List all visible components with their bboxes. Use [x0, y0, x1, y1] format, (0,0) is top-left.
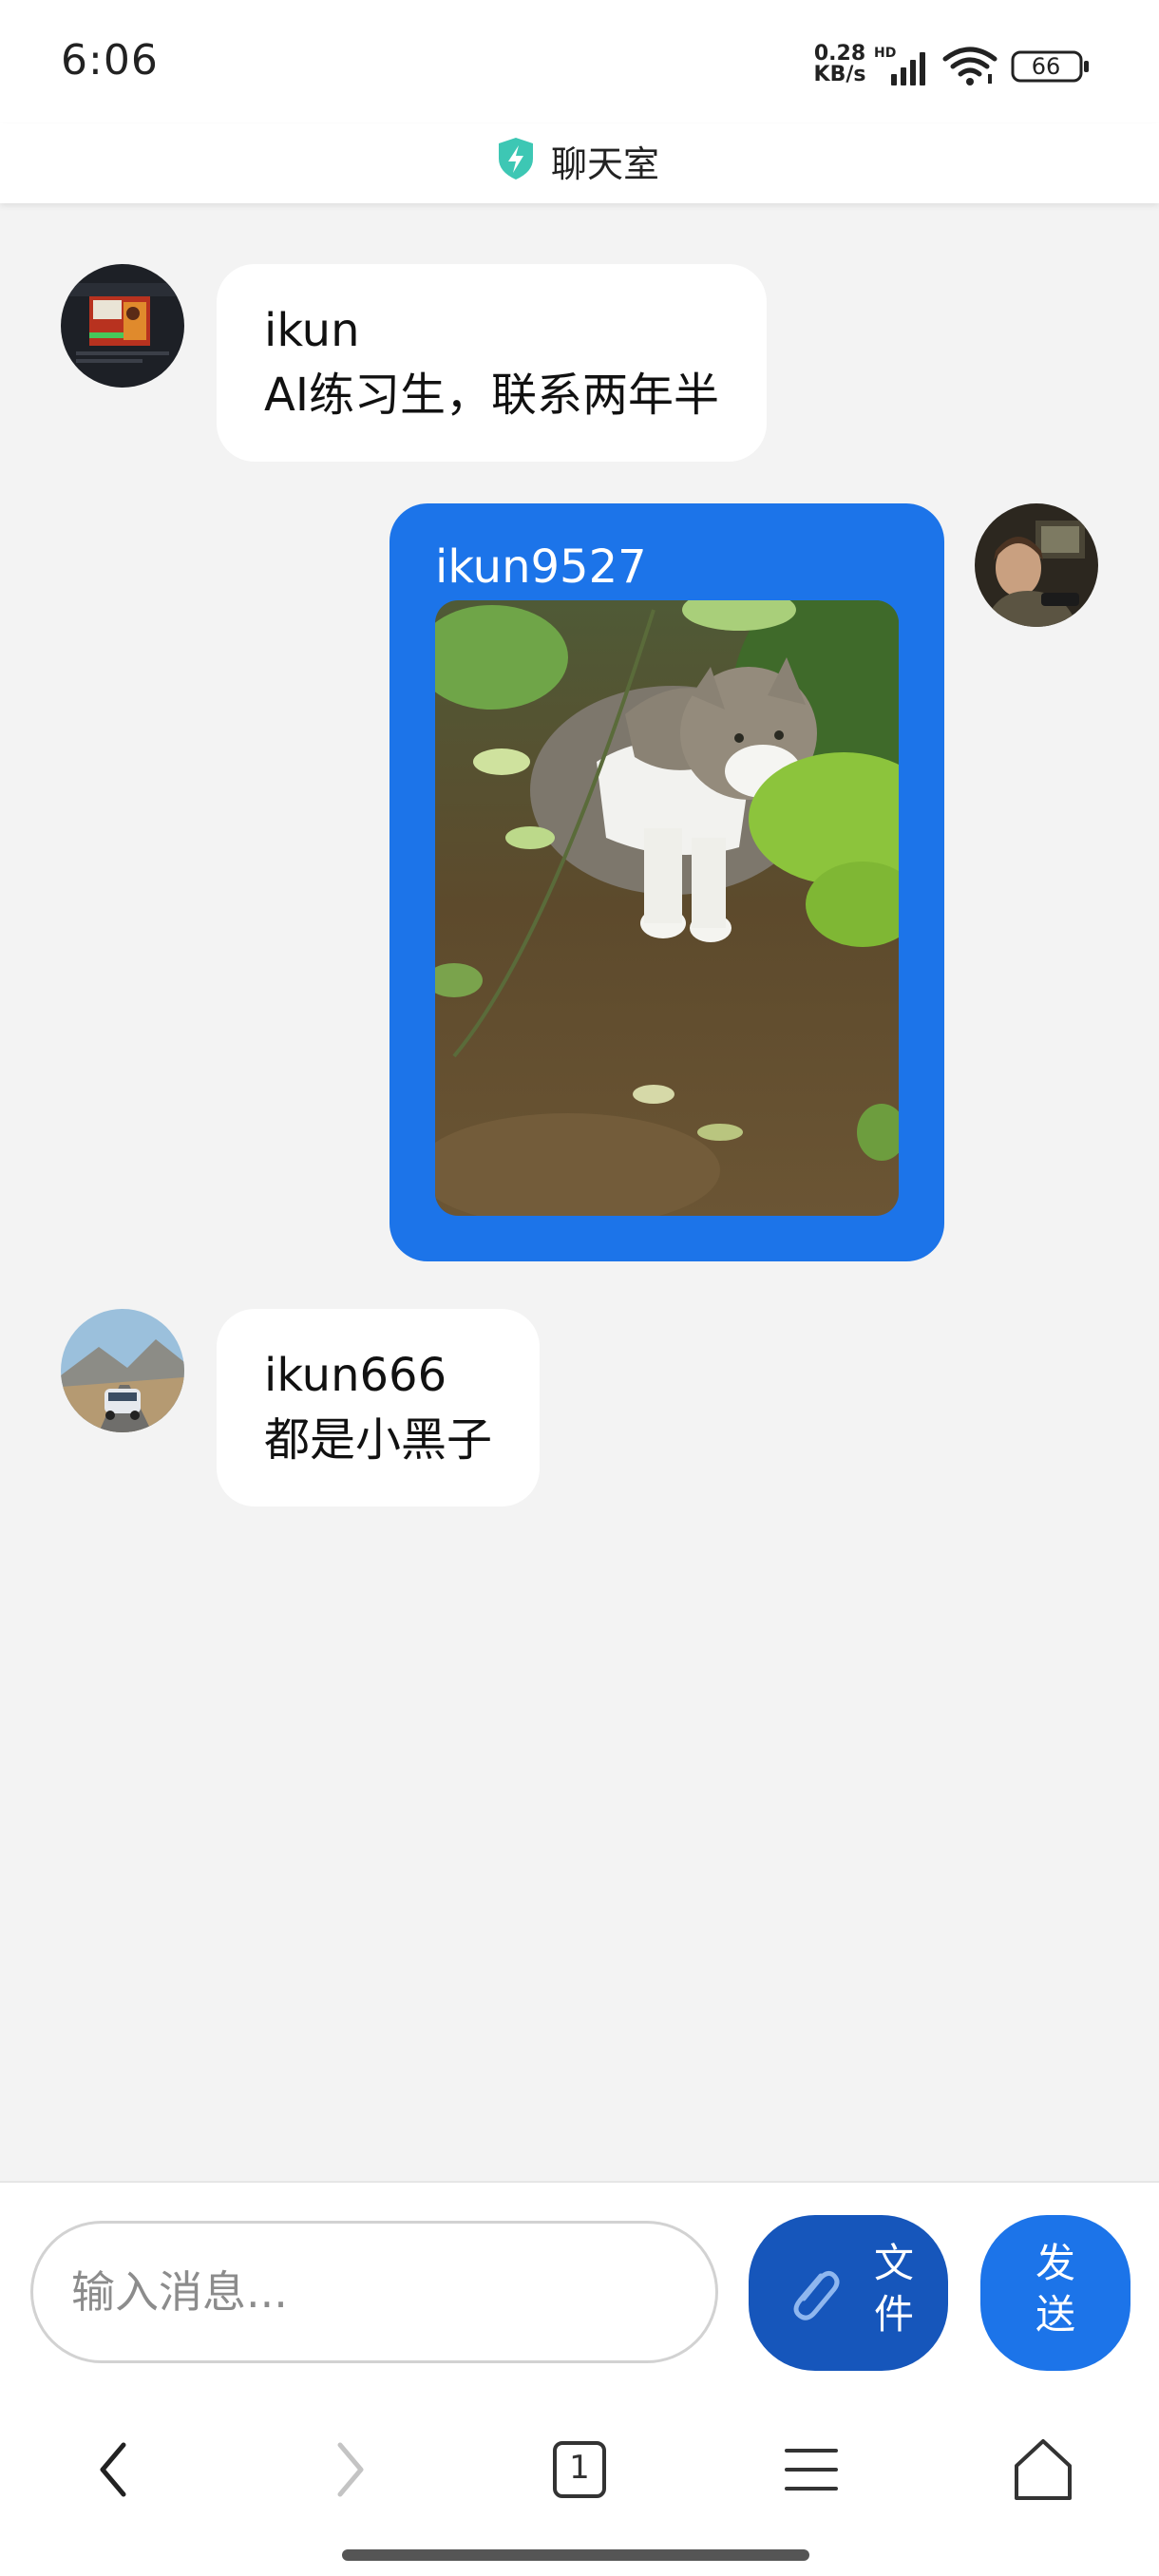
- message-composer: 文件 发送: [0, 2181, 1159, 2399]
- message-text: AI练习生，联系两年半: [264, 369, 719, 422]
- wifi-icon: [942, 47, 998, 85]
- browser-nav-bar: 1: [0, 2397, 1159, 2576]
- game-cover-avatar-image: [61, 264, 184, 388]
- cat-photo-image: [435, 600, 899, 1216]
- cat-photo[interactable]: [435, 600, 899, 1216]
- avatar[interactable]: [61, 264, 184, 388]
- home-indicator[interactable]: [342, 2549, 809, 2561]
- status-bar: 6:06 0.28 KB/s HD 66: [0, 0, 1159, 123]
- send-button[interactable]: 发送: [980, 2215, 1130, 2371]
- car-road-avatar-image: [61, 1309, 184, 1432]
- back-arrow-icon: [100, 2442, 126, 2497]
- message-text: 都是小黑子: [264, 1413, 493, 1467]
- send-button-label: 发送: [1035, 2241, 1075, 2337]
- battery-level: 66: [1031, 53, 1061, 80]
- message-bubble[interactable]: ikun666 都是小黑子: [217, 1309, 541, 1506]
- sender-name: ikun9527: [435, 540, 647, 594]
- avatar[interactable]: [975, 503, 1098, 627]
- sender-name: ikun: [264, 304, 360, 357]
- shield-lightning-icon: [499, 138, 533, 180]
- person-avatar-image: [975, 503, 1098, 627]
- menu-icon: [785, 2449, 838, 2491]
- back-button[interactable]: [66, 2422, 162, 2517]
- forward-arrow-icon: [337, 2442, 364, 2497]
- forward-button[interactable]: [302, 2422, 397, 2517]
- file-button-label: 文件: [873, 2241, 914, 2337]
- status-time: 6:06: [61, 36, 159, 85]
- home-button[interactable]: [996, 2422, 1091, 2517]
- tab-count: 1: [569, 2449, 590, 2487]
- sent-message-bubble[interactable]: ikun9527: [390, 503, 944, 1261]
- message-input[interactable]: [30, 2221, 718, 2363]
- avatar[interactable]: [61, 1309, 184, 1432]
- network-speed-unit: KB/s: [813, 63, 866, 86]
- file-button[interactable]: 文件: [749, 2215, 948, 2371]
- signal-bars-icon: [891, 52, 925, 85]
- title-bar: 聊天室: [0, 123, 1159, 203]
- message-bubble[interactable]: ikun AI练习生，联系两年半: [217, 264, 767, 462]
- page-title: 聊天室: [551, 143, 660, 185]
- network-speed: 0.28 KB/s: [809, 44, 870, 85]
- sender-name: ikun666: [264, 1349, 447, 1402]
- tabs-button[interactable]: 1: [532, 2422, 627, 2517]
- menu-button[interactable]: [764, 2422, 859, 2517]
- paperclip-icon: [793, 2270, 840, 2320]
- home-icon: [1015, 2439, 1072, 2500]
